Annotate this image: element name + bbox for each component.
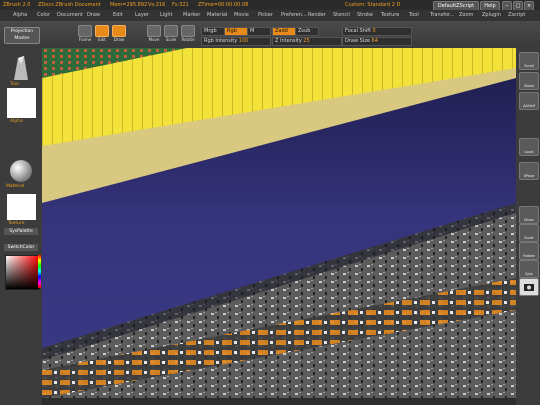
aahalf-button[interactable]: AAHalf — [519, 92, 539, 110]
menu-stencil[interactable]: Stencil — [333, 10, 350, 21]
menu-preferences[interactable]: Preferen... — [281, 10, 307, 21]
projection-master-button[interactable]: Projection Master — [4, 27, 40, 44]
color-picker[interactable] — [5, 255, 40, 290]
draw-button[interactable]: Draw — [112, 25, 126, 43]
focal-shift-slider[interactable]: Focal Shift 0 — [342, 27, 412, 36]
scale-button[interactable]: Scale — [164, 25, 178, 43]
draw-size-slider[interactable]: Draw Size 64 — [342, 37, 412, 46]
menu-edit[interactable]: Edit — [113, 10, 123, 21]
fs-readout: Fs:321 — [172, 2, 189, 8]
tool-thumbnail[interactable] — [8, 54, 34, 82]
menu-alpha[interactable]: Alpha — [13, 10, 27, 21]
document-title: ZDocs ZBrush Document — [38, 2, 101, 8]
rotate-view-button[interactable]: Rotate — [519, 242, 539, 260]
menu-stroke[interactable]: Stroke — [357, 10, 373, 21]
top-shelf: Projection Master Frame Edit Draw Move S… — [0, 21, 540, 49]
syspalette-button[interactable]: SysPalette — [4, 228, 38, 235]
hue-strip[interactable] — [38, 255, 41, 288]
edit-button[interactable]: Edit — [95, 25, 109, 43]
menu-transform[interactable]: Transfor... — [430, 10, 454, 21]
rgb-intensity-slider[interactable]: Rgb Intensity 100 — [201, 37, 271, 46]
menu-zoom[interactable]: Zoom — [459, 10, 473, 21]
menu-render[interactable]: Render — [308, 10, 326, 21]
rotate-icon — [181, 25, 195, 37]
spix-button[interactable]: Spix — [519, 260, 539, 278]
edit-icon — [95, 25, 109, 37]
texture-label: Texture — [8, 221, 25, 226]
z-intensity-slider[interactable]: Z Intensity 25 — [272, 37, 342, 46]
menu-draw[interactable]: Draw — [87, 10, 100, 21]
snapshot-button[interactable] — [519, 278, 539, 296]
mem-readout: Mem=295.892 — [110, 2, 148, 8]
scale-icon — [164, 25, 178, 37]
menu-layer[interactable]: Layer — [135, 10, 149, 21]
move-view-button[interactable]: Move — [519, 206, 539, 224]
zoom-button[interactable]: Zoom — [519, 72, 539, 90]
camera-icon — [524, 284, 534, 291]
canvas-bottom-scrollbar[interactable] — [42, 398, 516, 405]
zsub-toggle[interactable]: Zsub — [295, 27, 319, 36]
right-shelf: Scroll Zoom AAHalf Local XPose Move Scal… — [516, 48, 540, 405]
custom-ui-label: Custom: Standard 2 D — [345, 2, 401, 8]
texture-thumbnail[interactable] — [7, 194, 36, 220]
scroll-button[interactable]: Scroll — [519, 52, 539, 70]
rotate-button[interactable]: Rotate — [181, 25, 195, 43]
left-shelf: Tool Alpha Material Texture SysPalette S… — [0, 48, 42, 405]
material-sphere[interactable] — [10, 160, 32, 182]
move-button[interactable]: Move — [147, 25, 161, 43]
scale-view-button[interactable]: Scale — [519, 224, 539, 242]
menu-material[interactable]: Material — [207, 10, 227, 21]
document-canvas[interactable] — [42, 48, 516, 398]
ztime-readout: ZTime=00:00:00.08 — [198, 2, 249, 8]
draw-icon — [112, 25, 126, 37]
alpha-thumbnail[interactable] — [7, 88, 36, 118]
menu-zscript[interactable]: Zscript — [508, 10, 525, 21]
menu-marker[interactable]: Marker — [183, 10, 200, 21]
menu-picker[interactable]: Picker — [258, 10, 273, 21]
material-label: Material — [6, 184, 25, 189]
frame-button[interactable]: Frame — [78, 25, 92, 43]
vs-readout: Vs:216 — [148, 2, 166, 8]
switchcolor-button[interactable]: SwitchColor — [4, 244, 38, 251]
menu-zplugin[interactable]: Zplugin — [482, 10, 501, 21]
canvas-artwork — [42, 48, 516, 398]
m-toggle[interactable]: M — [247, 27, 271, 36]
menu-movie[interactable]: Movie — [234, 10, 249, 21]
menu-texture[interactable]: Texture — [381, 10, 399, 21]
local-button[interactable]: Local — [519, 138, 539, 156]
move-icon — [147, 25, 161, 37]
app-title: ZBrush 2.0 — [3, 2, 31, 8]
menu-document[interactable]: Document — [57, 10, 83, 21]
menu-tool[interactable]: Tool — [409, 10, 419, 21]
menu-light[interactable]: Light — [160, 10, 172, 21]
alpha-label: Alpha — [10, 119, 23, 124]
tool-label: Tool — [10, 82, 19, 87]
xpose-button[interactable]: XPose — [519, 162, 539, 180]
menu-color[interactable]: Color — [37, 10, 50, 21]
brush-tool-icon — [14, 56, 28, 80]
title-bar: ZBrush 2.0 ZDocs ZBrush Document Mem=295… — [0, 0, 540, 11]
frame-icon — [78, 25, 92, 37]
rgb-toggle[interactable]: Rgb — [224, 27, 248, 36]
zadd-toggle[interactable]: Zadd — [272, 27, 296, 36]
mrgb-toggle[interactable]: Mrgb — [201, 27, 225, 36]
